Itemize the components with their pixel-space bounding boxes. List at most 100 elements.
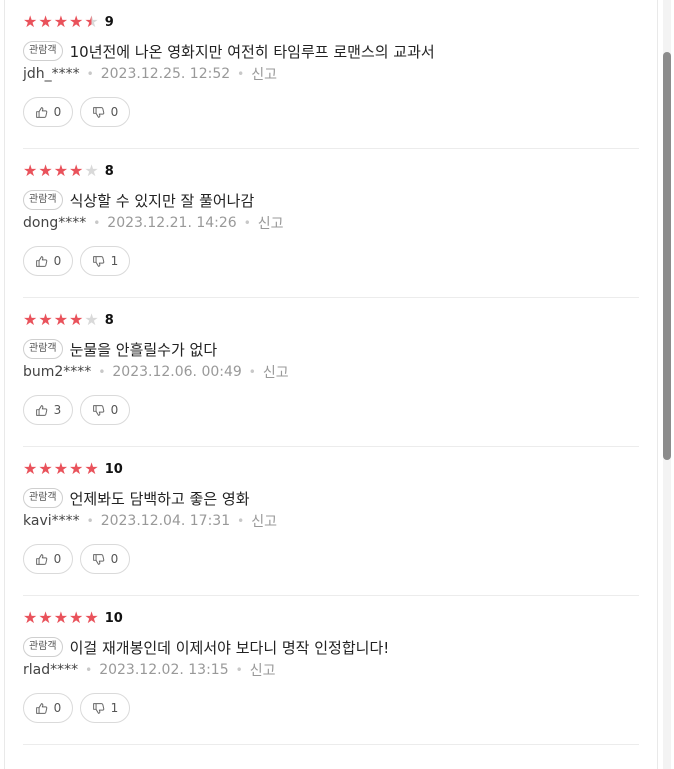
dislike-button[interactable]: 0 [80,544,130,574]
like-count: 0 [53,105,62,119]
star-icon: ★ [53,161,69,180]
star-icon: ★ [53,310,69,329]
star-rating: ★ ★ ★ ★ ★ [23,13,99,31]
review-meta: dong**** • 2023.12.21. 14:26 • 신고 [23,213,284,233]
star-icon: ★ [84,12,99,31]
review-author: dong**** [23,215,87,231]
star-icon: ★ [23,459,38,478]
star-icon: ★ [23,12,38,31]
star-icon: ★ [38,459,53,478]
like-count: 0 [53,552,62,566]
star-icon: ★ [38,310,53,329]
vote-buttons: 3 0 [23,395,130,425]
report-link[interactable]: 신고 [250,660,276,680]
rating: ★ ★ ★ ★ ★ 8 [23,162,114,180]
review-item: ★ ★ ★ ★ ★ 10 관람객 언제봐도 담백하고 좋은 영화 kavi***… [23,447,639,596]
thumbs-down-icon [92,404,104,416]
star-icon: ★ [23,608,38,627]
report-link[interactable]: 신고 [251,511,277,531]
thumbs-down-icon [92,702,104,714]
thumbs-down-icon [92,106,104,118]
viewer-badge: 관람객 [23,637,63,657]
star-icon: ★ [84,161,99,180]
thumbs-up-icon [35,404,47,416]
like-button[interactable]: 0 [23,693,73,723]
rating-score: 10 [104,610,123,626]
star-icon: ★ [69,12,84,31]
review-item: ★ ★ ★ ★ ★ 8 관람객 식상할 수 있지만 잘 풀어나감 dong***… [23,149,639,298]
rating-score: 8 [104,312,114,328]
review-meta: rlad**** • 2023.12.02. 13:15 • 신고 [23,660,275,680]
review-date: 2023.12.04. 17:31 [100,513,231,529]
separator-dot: • [237,67,245,81]
star-icon: ★ [69,310,84,329]
report-link[interactable]: 신고 [258,213,284,233]
like-button[interactable]: 0 [23,544,73,574]
rating-score: 10 [104,461,123,477]
review-list: ★ ★ ★ ★ ★ 9 관람객 10년전에 나온 영화지만 여전히 타임루프 로… [4,0,658,769]
star-icon: ★ [69,161,84,180]
like-button[interactable]: 0 [23,246,73,276]
rating-score: 9 [104,14,114,30]
review-comment: 10년전에 나온 영화지만 여전히 타임루프 로맨스의 교과서 [69,42,435,61]
separator-dot: • [86,67,94,81]
review-date: 2023.12.21. 14:26 [107,215,237,231]
review-comment: 눈물을 안흘릴수가 없다 [69,340,218,359]
review-author: jdh_**** [23,66,80,82]
scrollbar-thumb[interactable] [663,52,671,460]
dislike-button[interactable]: 0 [80,395,130,425]
thumbs-up-icon [35,255,47,267]
review-author: bum2**** [23,364,92,380]
vote-buttons: 0 1 [23,693,130,723]
like-button[interactable]: 3 [23,395,73,425]
review-author: rlad**** [23,662,79,678]
review-content: 관람객 식상할 수 있지만 잘 풀어나감 [23,189,254,211]
viewer-badge: 관람객 [23,488,63,508]
viewer-badge: 관람객 [23,41,63,61]
rating: ★ ★ ★ ★ ★ 10 [23,609,123,627]
star-icon: ★ [84,310,99,329]
review-content: 관람객 언제봐도 담백하고 좋은 영화 [23,487,250,509]
review-meta: bum2**** • 2023.12.06. 00:49 • 신고 [23,362,289,382]
star-rating: ★ ★ ★ ★ ★ [23,162,99,180]
dislike-button[interactable]: 0 [80,97,130,127]
scrollbar-track[interactable] [663,0,671,769]
rating: ★ ★ ★ ★ ★ 9 [23,13,114,31]
vote-buttons: 0 0 [23,544,130,574]
separator-dot: • [237,514,245,528]
report-link[interactable]: 신고 [263,362,289,382]
review-meta: kavi**** • 2023.12.04. 17:31 • 신고 [23,511,277,531]
star-rating: ★ ★ ★ ★ ★ [23,609,99,627]
thumbs-down-icon [92,553,104,565]
star-icon: ★ [84,608,99,627]
review-content: 관람객 이걸 재개봉인데 이제서야 보다니 명작 인정합니다! [23,636,389,658]
thumbs-up-icon [35,106,47,118]
star-icon: ★ [23,161,38,180]
report-link[interactable]: 신고 [251,64,277,84]
star-icon: ★ [84,459,99,478]
star-icon: ★ [53,459,69,478]
review-item: ★ ★ ★ ★ ★ 8 관람객 눈물을 안흘릴수가 없다 bum2**** • … [23,298,639,447]
star-icon: ★ [53,12,69,31]
like-count: 0 [53,701,62,715]
like-count: 3 [53,403,62,417]
separator-dot: • [248,365,256,379]
review-content: 관람객 눈물을 안흘릴수가 없다 [23,338,217,360]
dislike-button[interactable]: 1 [80,693,130,723]
separator-dot: • [243,216,251,230]
separator-dot: • [93,216,101,230]
star-icon: ★ [38,608,53,627]
dislike-count: 1 [110,701,119,715]
thumbs-up-icon [35,702,47,714]
like-button[interactable]: 0 [23,97,73,127]
dislike-count: 0 [110,403,119,417]
dislike-button[interactable]: 1 [80,246,130,276]
review-item: ★ ★ ★ ★ ★ 9 관람객 10년전에 나온 영화지만 여전히 타임루프 로… [23,0,639,149]
review-item: ★ ★ ★ ★ ★ 10 관람객 이걸 재개봉인데 이제서야 보다니 명작 인정… [23,596,639,745]
review-date: 2023.12.25. 12:52 [100,66,231,82]
viewer-badge: 관람객 [23,190,63,210]
separator-dot: • [98,365,106,379]
review-meta: jdh_**** • 2023.12.25. 12:52 • 신고 [23,64,277,84]
rating: ★ ★ ★ ★ ★ 10 [23,460,123,478]
star-rating: ★ ★ ★ ★ ★ [23,460,99,478]
